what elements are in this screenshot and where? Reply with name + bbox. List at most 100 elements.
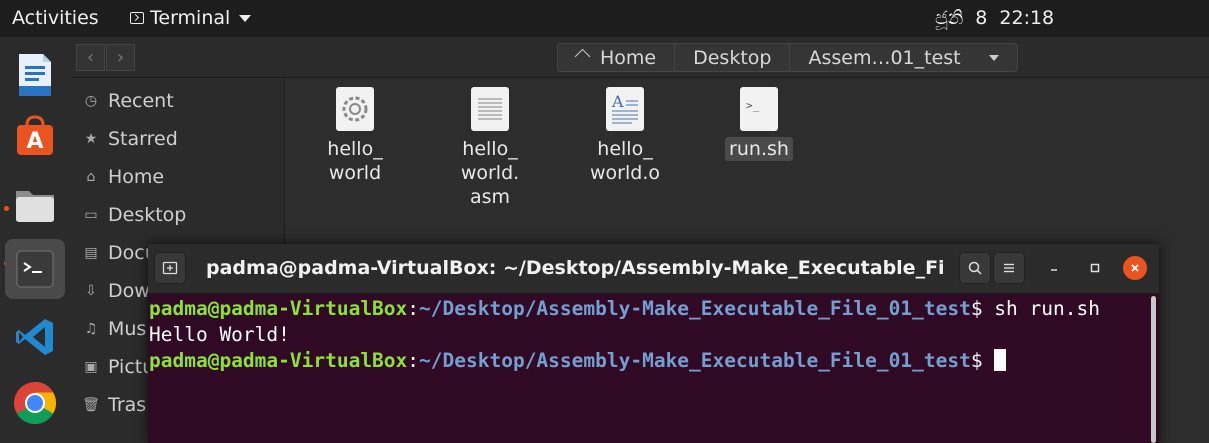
sidebar-item-label: Desktop xyxy=(108,204,187,226)
forward-button[interactable]: › xyxy=(106,44,135,71)
sidebar-item-label: Tras xyxy=(108,394,147,416)
folder-icon xyxy=(16,191,54,222)
sidebar-item-trash[interactable]: 🗑 Tras xyxy=(82,391,147,419)
chevron-down-icon xyxy=(239,14,252,22)
dock: A xyxy=(0,37,70,443)
maximize-icon xyxy=(1090,263,1100,273)
new-tab-icon xyxy=(162,261,178,275)
svg-text:A: A xyxy=(611,92,624,111)
dock-chrome[interactable] xyxy=(5,373,65,433)
home-icon: ⌂ xyxy=(86,169,96,185)
prompt-separator: : xyxy=(407,349,420,372)
minimize-icon xyxy=(1051,269,1057,271)
music-icon: ♫ xyxy=(84,321,98,337)
clock-day: ජූනි xyxy=(935,7,964,29)
maximize-button[interactable] xyxy=(1083,256,1107,280)
command-output: Hello World! xyxy=(149,323,290,346)
text-cursor xyxy=(994,349,1007,371)
sidebar-item-starred[interactable]: ★ Starred xyxy=(84,125,178,153)
file-item[interactable]: >_ run.sh xyxy=(704,79,814,161)
menu-button[interactable] xyxy=(993,252,1025,284)
close-icon xyxy=(1131,264,1139,272)
vscode-icon xyxy=(16,319,53,355)
top-bar: Activities Terminal ජූනි 8 22:18 xyxy=(0,0,1209,37)
minimize-button[interactable] xyxy=(1042,256,1066,280)
terminal-output[interactable]: padma@padma-VirtualBox:~/Desktop/Assembl… xyxy=(148,296,1150,374)
new-tab-button[interactable] xyxy=(154,252,186,284)
file-name: hello_ world.o xyxy=(590,138,660,184)
sidebar-item-home[interactable]: ⌂ Home xyxy=(84,163,165,191)
path-bar: Home Desktop Assem…01_test xyxy=(557,43,1018,72)
file-name: run.sh xyxy=(725,137,793,161)
sidebar-item-label: Home xyxy=(108,166,165,188)
desktop-icon: ▭ xyxy=(84,207,98,223)
file-name: hello_ world. asm xyxy=(460,138,520,208)
sidebar-item-label: Dow xyxy=(108,280,150,302)
star-icon: ★ xyxy=(84,131,98,147)
chrome-icon xyxy=(14,382,57,425)
prompt-symbol: $ xyxy=(970,297,995,320)
path-crumb-desktop[interactable]: Desktop xyxy=(675,44,791,71)
download-icon: ⇩ xyxy=(85,283,97,299)
file-item[interactable]: A hello_ world.o xyxy=(570,79,680,185)
command-text: sh run.sh xyxy=(994,297,1100,320)
sidebar-item-downloads[interactable]: ⇩ Dow xyxy=(84,277,150,305)
sidebar-item-documents[interactable]: ▤ Docu xyxy=(84,239,156,267)
dock-terminal[interactable] xyxy=(5,239,65,299)
clock-time: 22:18 xyxy=(999,7,1055,29)
text-file-icon xyxy=(471,87,509,131)
activities-button[interactable]: Activities xyxy=(12,7,99,29)
file-name: hello_ world xyxy=(327,138,383,184)
window-title: padma@padma-VirtualBox: ~/Desktop/Assemb… xyxy=(206,257,946,279)
writer-icon xyxy=(19,54,51,96)
dock-files[interactable] xyxy=(5,175,65,235)
sidebar-item-label: Mus xyxy=(108,318,147,340)
prompt-symbol: $ xyxy=(970,349,995,372)
search-icon xyxy=(968,261,982,275)
home-icon xyxy=(576,51,590,65)
clock-date: 8 xyxy=(975,7,988,29)
prompt-path: ~/Desktop/Assembly-Make_Executable_File_… xyxy=(419,297,971,320)
crumb-label: Home xyxy=(600,46,657,69)
back-button[interactable]: ‹ xyxy=(76,44,105,71)
sidebar-item-pictures[interactable]: ▣ Pictu xyxy=(84,353,154,381)
prompt-user: padma@padma-VirtualBox xyxy=(149,297,408,320)
prompt-user: padma@padma-VirtualBox xyxy=(149,349,408,372)
crumb-label: Assem…01_test xyxy=(808,46,961,69)
trash-icon: 🗑 xyxy=(82,397,100,413)
terminal-header: padma@padma-VirtualBox: ~/Desktop/Assemb… xyxy=(148,244,1159,294)
path-crumb-current[interactable]: Assem…01_test xyxy=(790,44,1016,71)
sidebar-item-music[interactable]: ♫ Mus xyxy=(84,315,147,343)
file-item[interactable]: hello_ world. asm xyxy=(435,79,545,209)
chevron-down-icon xyxy=(988,54,999,61)
clock[interactable]: ජූනි 8 22:18 xyxy=(935,7,1054,29)
dock-writer[interactable] xyxy=(5,45,65,105)
app-menu-label: Terminal xyxy=(150,7,231,29)
sidebar-item-desktop[interactable]: ▭ Desktop xyxy=(84,201,186,229)
terminal-line: padma@padma-VirtualBox:~/Desktop/Assembl… xyxy=(149,296,1150,322)
path-crumb-home[interactable]: Home xyxy=(558,44,676,71)
picture-icon: ▣ xyxy=(84,359,98,375)
close-button[interactable] xyxy=(1123,256,1147,280)
scrollbar[interactable] xyxy=(1151,296,1156,443)
terminal-window[interactable]: padma@padma-VirtualBox: ~/Desktop/Assemb… xyxy=(148,244,1159,443)
app-menu[interactable]: Terminal xyxy=(130,7,252,29)
terminal-line: Hello World! xyxy=(149,322,1150,348)
sidebar-item-label: Recent xyxy=(108,90,174,112)
prompt-path: ~/Desktop/Assembly-Make_Executable_File_… xyxy=(419,349,971,372)
clock-icon: ◷ xyxy=(84,93,98,109)
sidebar-item-recent[interactable]: ◷ Recent xyxy=(84,87,174,115)
svg-text:>_: >_ xyxy=(746,99,760,112)
prompt-separator: : xyxy=(407,297,420,320)
object-file-icon: A xyxy=(606,87,644,131)
search-button[interactable] xyxy=(959,252,991,284)
dock-vscode[interactable] xyxy=(5,307,65,367)
file-manager-header: ‹ › Home Desktop Assem…01_test xyxy=(70,37,1209,78)
document-icon: ▤ xyxy=(84,245,98,261)
hamburger-icon xyxy=(1004,263,1014,273)
crumb-label: Desktop xyxy=(693,46,772,69)
dock-software[interactable]: A xyxy=(5,105,65,165)
file-item[interactable]: hello_ world xyxy=(300,79,410,185)
sidebar-item-label: Starred xyxy=(108,128,178,150)
terminal-icon xyxy=(130,12,144,24)
